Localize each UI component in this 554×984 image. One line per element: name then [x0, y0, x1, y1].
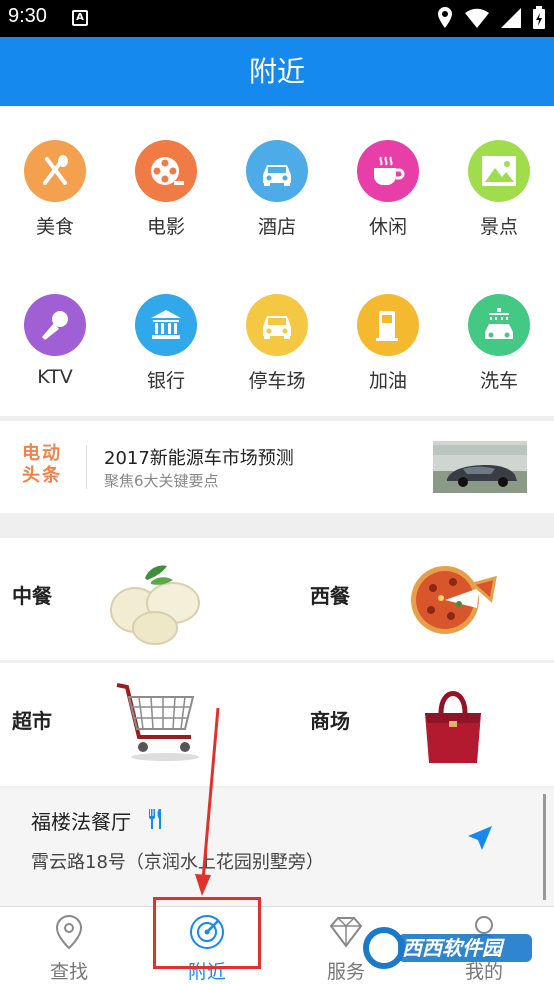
- handbag-image: [403, 673, 503, 773]
- car-icon: [246, 140, 308, 202]
- category-label: 美食: [35, 216, 74, 238]
- scrollbar[interactable]: [543, 794, 546, 900]
- tab-search[interactable]: 查找: [0, 907, 138, 984]
- category-carwash[interactable]: 洗车: [444, 294, 554, 393]
- watermark-logo: 西西软件园: [362, 926, 536, 970]
- place-list-item[interactable]: 福楼法餐厅 霄云路18号（京润水上花园别墅旁）: [0, 788, 554, 906]
- banner-divider: [86, 445, 87, 489]
- banner-subtitle: 聚焦6大关键要点: [104, 472, 219, 490]
- category-label: 洗车: [479, 370, 518, 392]
- fork-knife-icon: [149, 809, 161, 829]
- fuel-pump-icon: [357, 294, 419, 356]
- status-bar: 9:30 A: [0, 0, 554, 37]
- diamond-icon: [329, 917, 363, 948]
- news-banner[interactable]: 电动 头条 2017新能源车市场预测 聚焦6大关键要点: [0, 421, 554, 513]
- category-ktv[interactable]: KTV: [0, 294, 110, 388]
- navigate-icon[interactable]: [466, 824, 494, 852]
- card-label: 超市: [12, 709, 52, 733]
- brand-logo: 电动 头条: [22, 443, 72, 487]
- place-address: 霄云路18号（京润水上花园别墅旁）: [31, 852, 324, 873]
- place-name: 福楼法餐厅: [31, 810, 131, 834]
- microphone-icon: [24, 294, 86, 356]
- card-label: 中餐: [12, 584, 52, 608]
- banner-thumbnail: [433, 441, 527, 493]
- category-label: 银行: [146, 370, 185, 392]
- brand-line-2: 头条: [22, 465, 62, 486]
- notification-a-icon: A: [72, 10, 88, 26]
- category-label: 休闲: [368, 216, 407, 238]
- pizza-image: [403, 548, 503, 648]
- status-time: 9:30: [8, 5, 47, 27]
- dumplings-image: [105, 548, 205, 648]
- category-parking[interactable]: 停车场: [222, 294, 332, 393]
- location-status-icon: [438, 7, 452, 28]
- app-bar: 附近: [0, 37, 554, 106]
- category-label: 加油: [368, 370, 407, 392]
- shopping-cart-image: [105, 673, 205, 773]
- card-chinese-food[interactable]: 中餐: [0, 538, 277, 660]
- category-grid: 美食 电影 酒店 休闲 景点 KTV 银行 停车场 加油 洗车: [0, 106, 554, 416]
- card-label: 西餐: [310, 584, 350, 608]
- category-food[interactable]: 美食: [0, 140, 110, 239]
- category-label: 电影: [146, 216, 185, 238]
- location-pin-icon: [55, 914, 83, 950]
- car-wash-icon: [468, 294, 530, 356]
- category-hotel[interactable]: 酒店: [222, 140, 332, 239]
- category-leisure[interactable]: 休闲: [333, 140, 443, 239]
- annotation-highlight-box: [153, 897, 261, 969]
- watermark-text: 西西软件园: [402, 936, 502, 960]
- mountain-icon: [468, 140, 530, 202]
- food-icon: [24, 140, 86, 202]
- parking-car-icon: [246, 294, 308, 356]
- coffee-cup-icon: [357, 140, 419, 202]
- category-label: 景点: [479, 216, 518, 238]
- banner-title: 2017新能源车市场预测: [104, 448, 294, 469]
- category-label: 酒店: [257, 216, 296, 238]
- bank-icon: [135, 294, 197, 356]
- card-mall[interactable]: 商场: [298, 663, 554, 785]
- film-reel-icon: [135, 140, 197, 202]
- category-label: 停车场: [248, 370, 306, 392]
- category-cards: 中餐 西餐 超市 商场: [0, 538, 554, 786]
- wifi-icon: [465, 8, 489, 29]
- card-label: 商场: [310, 709, 350, 733]
- page-title: 附近: [248, 55, 305, 88]
- category-label: KTV: [37, 366, 73, 388]
- status-icons: [436, 6, 546, 30]
- battery-icon: [533, 6, 545, 29]
- card-supermarket[interactable]: 超市: [0, 663, 277, 785]
- card-western-food[interactable]: 西餐: [298, 538, 554, 660]
- category-scenic[interactable]: 景点: [444, 140, 554, 239]
- brand-line-1: 电动: [22, 443, 62, 464]
- tab-label: 查找: [49, 961, 88, 983]
- category-movie[interactable]: 电影: [111, 140, 221, 239]
- category-fuel[interactable]: 加油: [333, 294, 443, 393]
- category-bank[interactable]: 银行: [111, 294, 221, 393]
- signal-icon: [501, 8, 521, 28]
